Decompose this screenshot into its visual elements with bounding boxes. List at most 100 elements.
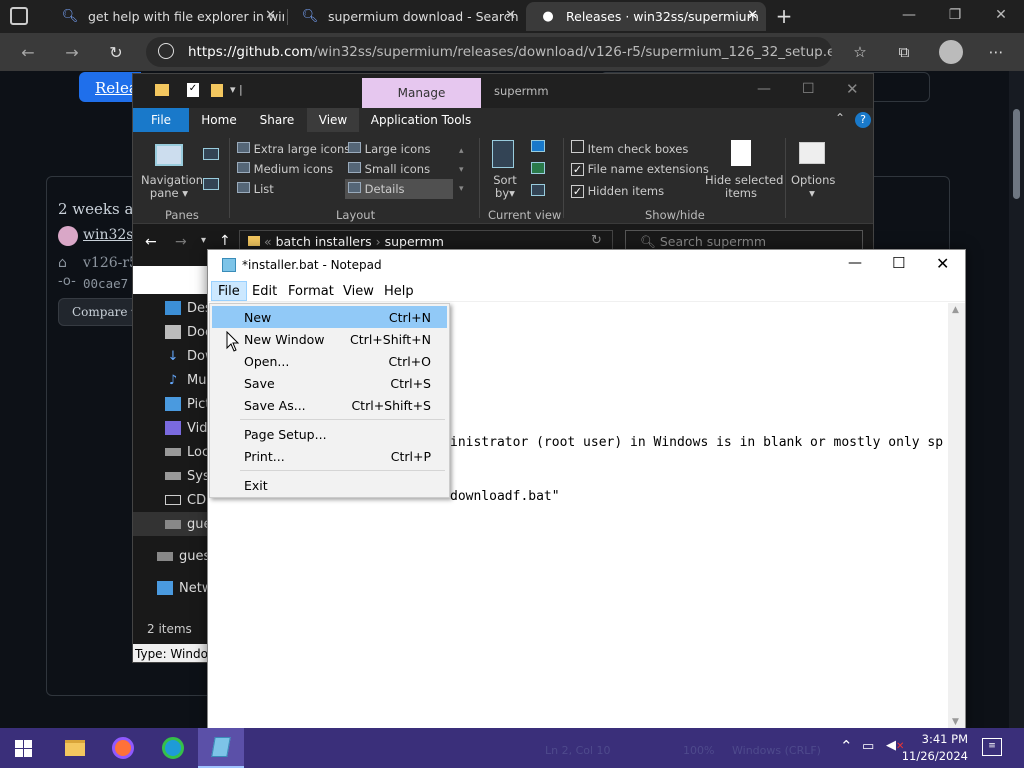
favorites-star-icon[interactable]: ☆ <box>848 41 872 63</box>
layout-medium-icons[interactable]: Medium icons <box>237 162 333 176</box>
site-info-icon[interactable] <box>158 43 174 59</box>
start-button[interactable] <box>0 728 46 768</box>
browser-tab-1[interactable]: 🔍︎ get help with file explorer in win ✕ <box>48 2 284 31</box>
notepad-taskbar-button-active[interactable] <box>198 728 244 768</box>
close-window-icon[interactable]: ✕ <box>978 0 1024 30</box>
sidebar-item-videos[interactable]: Videos <box>133 416 209 440</box>
sidebar-item-guest-selected[interactable]: guest <box>133 512 209 536</box>
sort-by-icon[interactable] <box>492 140 514 168</box>
close-tab-icon[interactable]: ✕ <box>505 8 516 23</box>
checkbox-checked[interactable]: ✓ <box>571 185 584 198</box>
ribbon-tab-share[interactable]: Share <box>249 108 305 132</box>
up-icon[interactable]: ↑ <box>219 233 231 249</box>
sidebar-item-cd-drive[interactable]: CD Drive <box>133 488 209 512</box>
menu-edit[interactable]: Edit <box>246 281 283 301</box>
collections-icon[interactable]: ⧉ <box>892 41 916 63</box>
menu-format[interactable]: Format <box>282 281 340 301</box>
tab-actions-icon[interactable] <box>10 7 28 25</box>
layout-details-selected[interactable]: Details <box>345 179 453 199</box>
sidebar-item-desktop[interactable]: Desktop <box>133 296 209 320</box>
group-by-icon[interactable] <box>531 140 545 152</box>
commit-hash[interactable]: 00cae7 <box>83 276 128 291</box>
menu-item-print[interactable]: Print... Ctrl+P <box>212 445 447 467</box>
browser-tab-2[interactable]: 🔍︎ supermium download - Search ✕ <box>288 2 524 31</box>
menu-item-new-window[interactable]: New Window Ctrl+Shift+N <box>212 328 447 350</box>
profile-avatar-icon[interactable] <box>939 40 963 64</box>
size-columns-icon[interactable] <box>531 184 545 196</box>
ribbon-tab-home[interactable]: Home <box>191 108 247 132</box>
menu-item-new[interactable]: New Ctrl+N <box>212 306 447 328</box>
sidebar-item-music[interactable]: ♪ Music <box>133 368 209 392</box>
explorer-close-icon[interactable]: ✕ <box>846 80 859 98</box>
breadcrumb-item[interactable]: supermm <box>385 234 444 249</box>
notepad-maximize-icon[interactable]: ☐ <box>892 254 905 272</box>
sidebar-item-documents[interactable]: Documents <box>133 320 209 344</box>
notepad-minimize-icon[interactable]: — <box>848 255 862 271</box>
menu-item-exit[interactable]: Exit <box>212 474 447 496</box>
ribbon-tab-application-tools[interactable]: Application Tools <box>363 108 479 132</box>
new-tab-icon[interactable]: + <box>772 4 796 28</box>
hide-selected-items-button[interactable]: Hide selected items <box>705 174 783 200</box>
explorer-forward-icon[interactable]: → <box>175 234 187 250</box>
more-menu-icon[interactable]: ⋯ <box>984 41 1008 63</box>
ribbon-tab-file[interactable]: File <box>133 108 189 132</box>
notepad-close-icon[interactable]: ✕ <box>936 254 949 273</box>
properties-icon[interactable]: ✓ <box>187 83 199 97</box>
close-tab-icon[interactable]: ✕ <box>265 8 276 23</box>
back-icon[interactable]: ← <box>16 41 40 63</box>
browser-tab-3-active[interactable]: ● Releases · win32ss/supermium ✕ <box>526 2 766 31</box>
restore-icon[interactable]: ❐ <box>932 0 978 30</box>
menu-file[interactable]: File <box>211 281 247 301</box>
breadcrumb-item[interactable]: batch installers <box>276 234 372 249</box>
layout-list[interactable]: List <box>237 182 274 196</box>
checkbox-unchecked[interactable] <box>571 140 584 153</box>
show-hidden-icons-chevron-icon[interactable]: ⌃ <box>840 737 853 755</box>
menu-item-open[interactable]: Open... Ctrl+O <box>212 350 447 372</box>
layout-small-icons[interactable]: Small icons <box>348 162 430 176</box>
sidebar-item-local-disk[interactable]: Local Disk <box>133 440 209 464</box>
sort-by-button[interactable]: Sort by▾ <box>493 174 517 200</box>
navigation-pane-button[interactable]: Navigation pane ▾ <box>141 174 203 200</box>
github-scrollbar[interactable] <box>1009 71 1024 728</box>
network-tray-icon[interactable]: ▭ <box>862 739 874 754</box>
file-name-extensions-toggle[interactable]: ✓ File name extensions <box>571 162 709 176</box>
quick-access-dropdown-icon[interactable]: ▾ | <box>230 83 243 96</box>
edge-taskbar-button[interactable] <box>150 728 196 768</box>
checkbox-checked[interactable]: ✓ <box>571 163 584 176</box>
new-folder-icon[interactable] <box>211 84 223 97</box>
notifications-icon[interactable]: ≡ <box>982 738 1002 756</box>
add-columns-icon[interactable] <box>531 162 545 174</box>
refresh-icon[interactable]: ↻ <box>591 233 602 248</box>
scroll-up-icon[interactable]: ▲ <box>952 305 959 315</box>
menu-item-page-setup[interactable]: Page Setup... <box>212 423 447 445</box>
manage-context-tab[interactable]: Manage <box>362 78 481 108</box>
hidden-items-toggle[interactable]: ✓ Hidden items <box>571 184 664 198</box>
explorer-back-icon[interactable]: ← <box>145 234 157 250</box>
layout-extra-large-icons[interactable]: Extra large icons <box>237 142 350 156</box>
author-avatar[interactable] <box>58 226 78 246</box>
sidebar-item-system[interactable]: System <box>133 464 209 488</box>
notepad-vertical-scrollbar[interactable]: ▲ ▼ <box>948 303 965 728</box>
menu-view[interactable]: View <box>337 281 380 301</box>
preview-pane-icon[interactable] <box>203 148 219 160</box>
options-button[interactable]: Options ▾ <box>791 174 835 200</box>
ribbon-tab-view[interactable]: View <box>307 108 359 132</box>
refresh-icon[interactable]: ↻ <box>104 41 128 63</box>
item-check-boxes-toggle[interactable]: Item check boxes <box>571 140 688 156</box>
menu-help[interactable]: Help <box>378 281 420 301</box>
minimize-icon[interactable]: — <box>886 0 932 30</box>
menu-item-save-as[interactable]: Save As... Ctrl+Shift+S <box>212 394 447 416</box>
url-input[interactable]: https://github.com/win32ss/supermium/rel… <box>146 37 832 67</box>
sidebar-item-pictures[interactable]: Pictures <box>133 392 209 416</box>
close-tab-icon[interactable]: ✕ <box>747 8 758 23</box>
file-explorer-taskbar-button[interactable] <box>52 728 98 768</box>
explorer-minimize-icon[interactable]: — <box>757 81 771 97</box>
options-icon[interactable] <box>799 142 825 164</box>
help-icon[interactable]: ? <box>855 112 871 128</box>
layout-scroll-icons[interactable]: ▴ ▾ ▾ <box>459 142 464 199</box>
system-clock[interactable]: 3:41 PM 11/26/2024 <box>902 731 968 765</box>
sidebar-item-network[interactable]: Network <box>133 576 209 600</box>
scrollbar-thumb[interactable] <box>1013 109 1020 199</box>
release-tag[interactable]: v126-r5 <box>83 255 138 271</box>
ribbon-collapse-icon[interactable]: ⌃ <box>835 111 845 125</box>
